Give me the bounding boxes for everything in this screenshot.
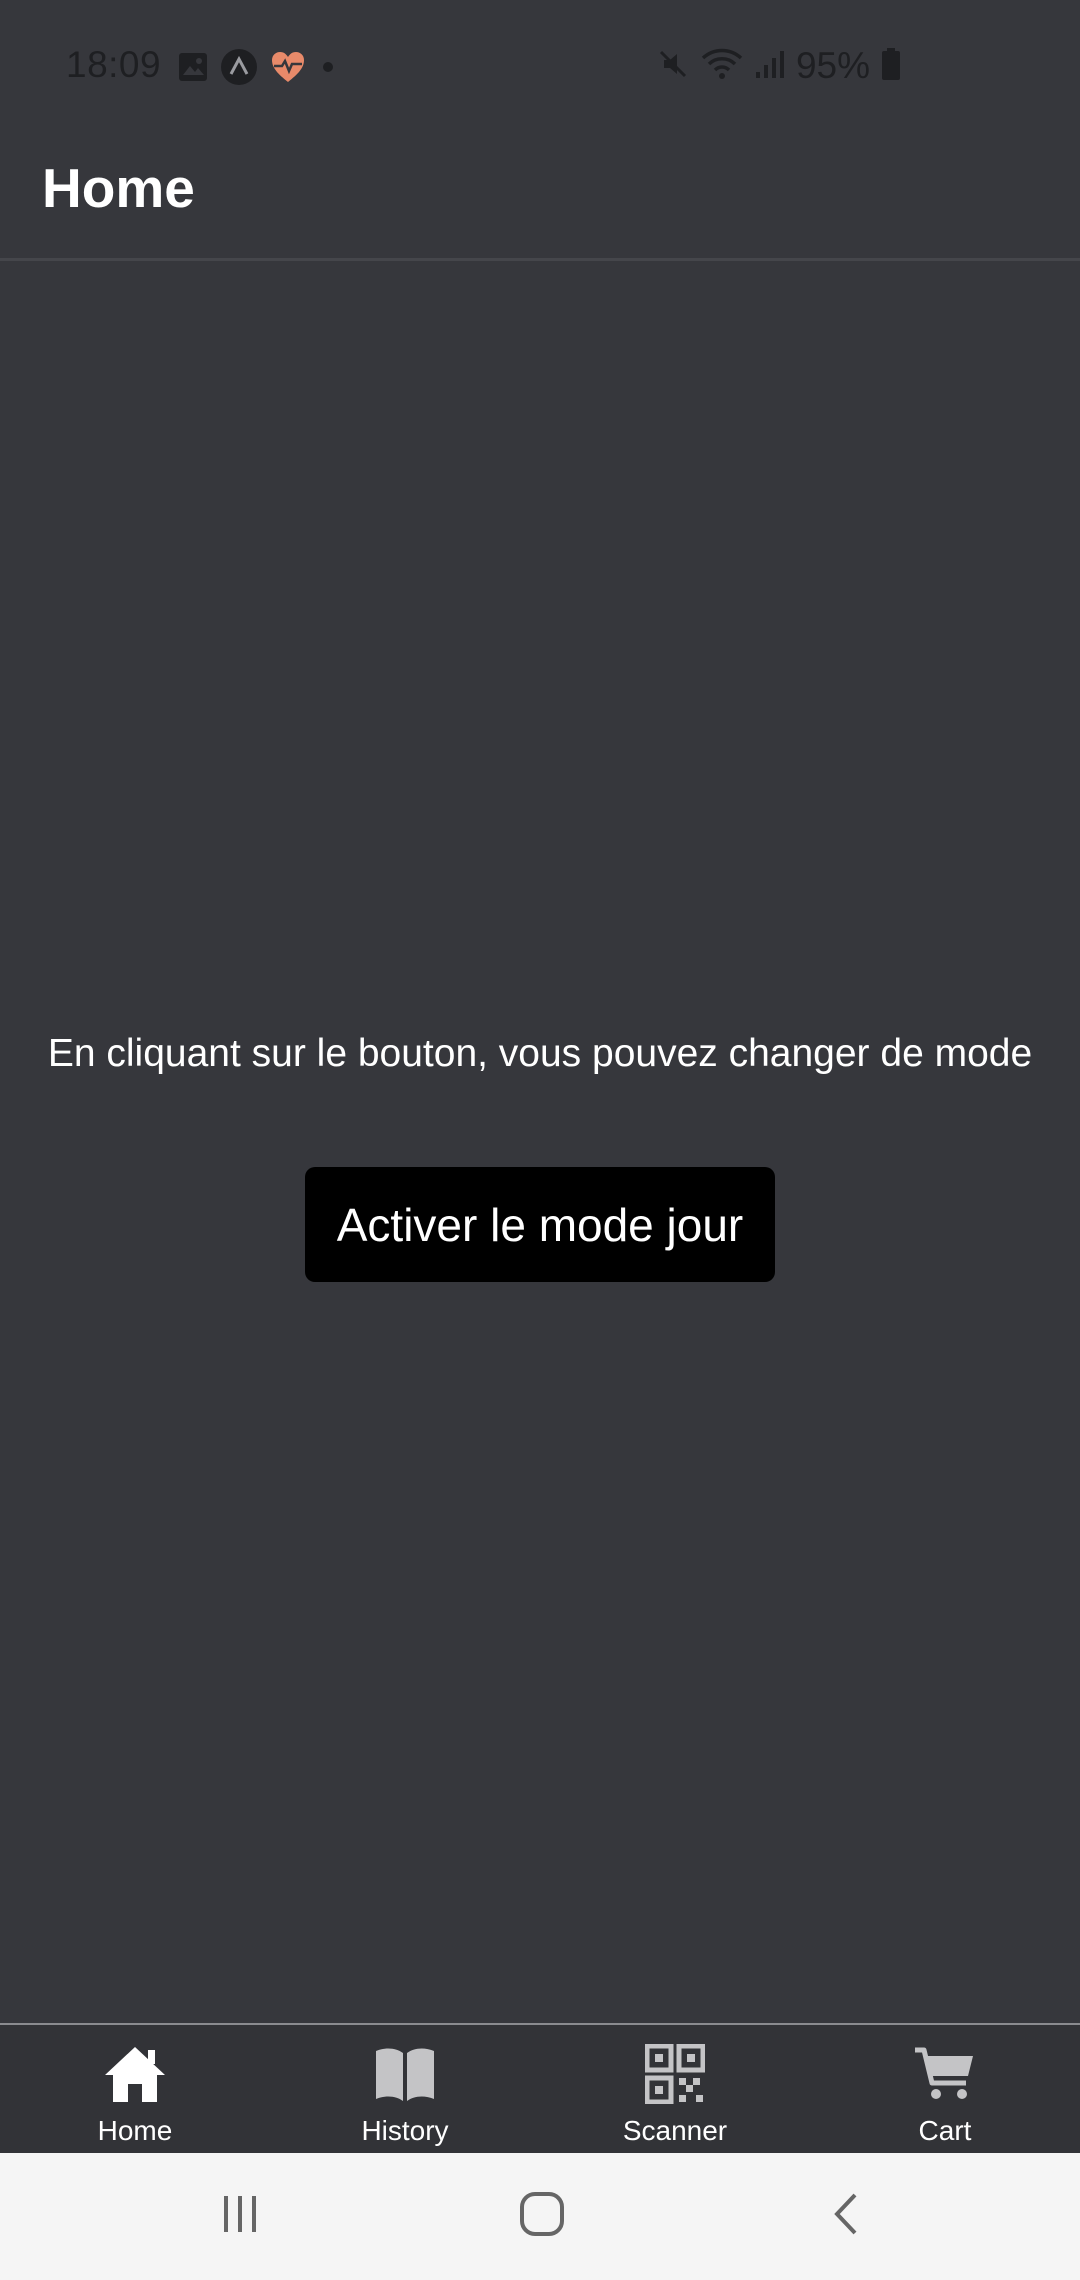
back-button[interactable] — [806, 2181, 886, 2251]
cart-icon — [910, 2041, 980, 2107]
health-heart-icon — [270, 50, 306, 89]
book-icon — [370, 2041, 440, 2107]
bottom-tab-bar: Home History Scanner Cart — [0, 2023, 1080, 2155]
recents-button[interactable] — [200, 2181, 280, 2251]
app-header: Home — [0, 120, 1080, 261]
dot-icon — [318, 57, 338, 82]
status-time: 18:09 — [66, 44, 162, 85]
app-a-icon — [220, 48, 258, 91]
wifi-icon — [700, 47, 744, 86]
status-system-icons: 95% — [656, 44, 902, 88]
system-home-button[interactable] — [502, 2181, 582, 2251]
status-notification-icons — [178, 48, 338, 91]
tab-home[interactable]: Home — [0, 2025, 270, 2155]
tab-label-cart: Cart — [918, 2115, 972, 2146]
tab-cart[interactable]: Cart — [810, 2025, 1080, 2155]
back-icon — [831, 2192, 861, 2241]
mode-description-text: En cliquant sur le bouton, vous pouvez c… — [47, 1032, 1033, 1075]
app-screen: 18:09 95% Home En cliquant sur le bouton… — [0, 0, 1080, 2280]
tab-label-home: Home — [97, 2115, 173, 2146]
mute-icon — [656, 47, 690, 86]
qr-code-icon — [640, 2041, 710, 2107]
home-icon — [100, 2041, 170, 2107]
tab-label-scanner: Scanner — [622, 2115, 728, 2146]
page-title: Home — [42, 157, 195, 219]
system-navigation-bar — [0, 2153, 1080, 2280]
recents-icon — [218, 2194, 262, 2239]
main-content: En cliquant sur le bouton, vous pouvez c… — [0, 261, 1080, 2023]
tab-scanner[interactable]: Scanner — [540, 2025, 810, 2155]
signal-icon — [754, 48, 786, 85]
tab-label-history: History — [361, 2115, 449, 2146]
battery-icon — [880, 47, 902, 86]
image-icon — [178, 52, 208, 87]
tab-history[interactable]: History — [270, 2025, 540, 2155]
status-bar: 18:09 95% — [0, 0, 1080, 120]
battery-percentage: 95% — [795, 45, 870, 86]
activate-day-mode-button[interactable]: Activer le mode jour — [305, 1167, 775, 1282]
home-circle-icon — [519, 2191, 565, 2242]
